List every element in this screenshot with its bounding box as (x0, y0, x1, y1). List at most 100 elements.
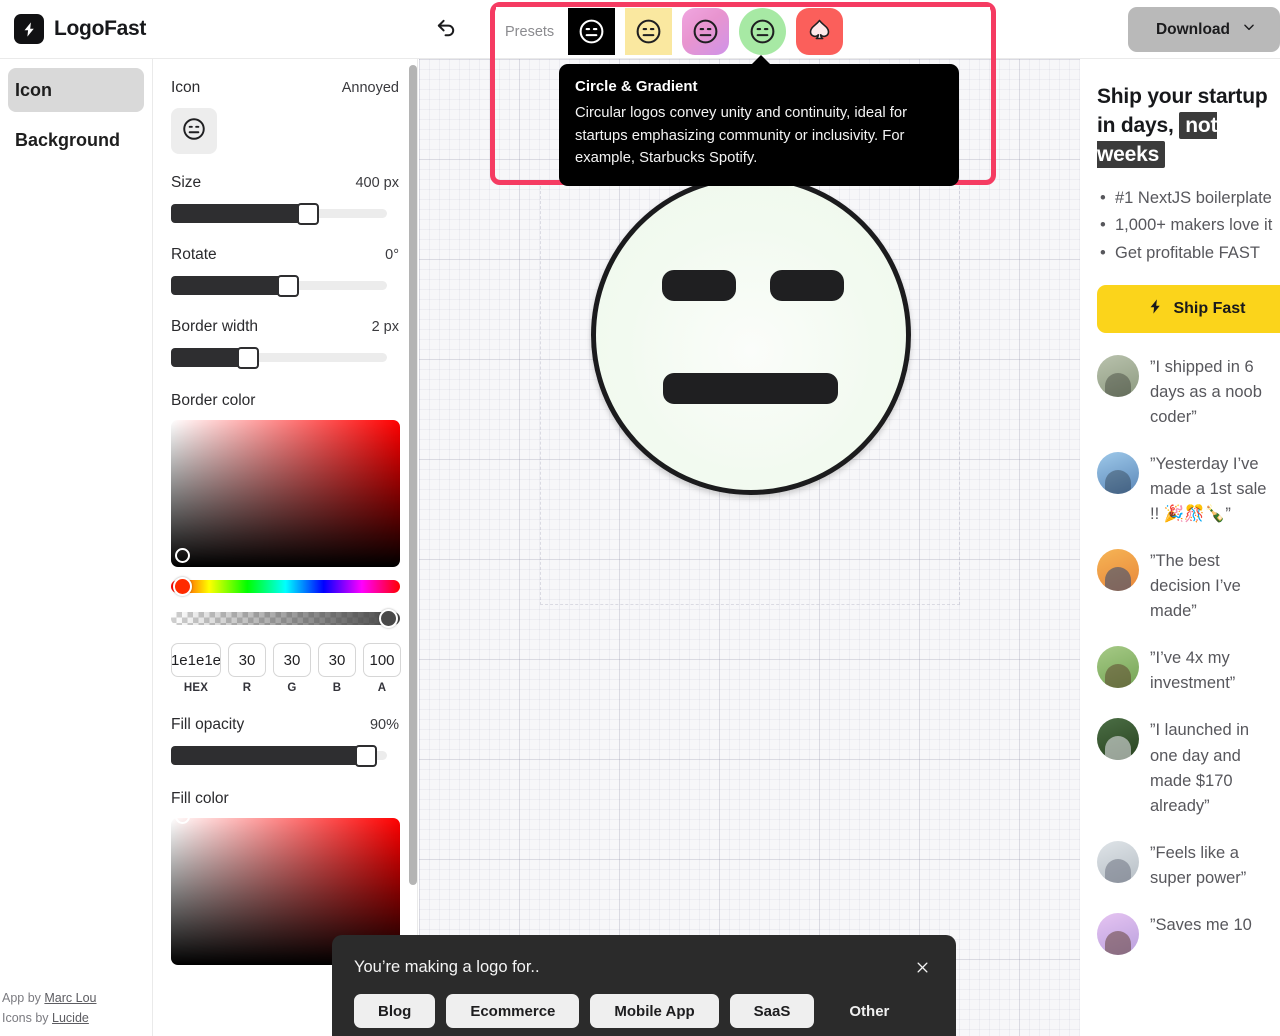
sidebar-item-background[interactable]: Background (8, 118, 144, 162)
option-other[interactable]: Other (825, 994, 913, 1028)
testimonial-quote: ”Feels like a super power” (1150, 841, 1280, 891)
close-icon[interactable] (910, 955, 934, 979)
logo-purpose-modal: You’re making a logo for.. Blog Ecommerc… (332, 935, 956, 1036)
preset-red-spade[interactable] (796, 8, 843, 55)
sv-handle[interactable] (175, 809, 190, 824)
border-color-sv-picker[interactable] (171, 420, 400, 567)
testimonial-quote: ”Yesterday I’ve made a 1st sale !! 🎉🎊🍾” (1150, 452, 1280, 527)
avatar (1097, 452, 1139, 494)
modal-header: You’re making a logo for.. (354, 955, 934, 979)
ship-fast-label: Ship Fast (1173, 300, 1245, 318)
presets-bar: Presets (496, 7, 990, 56)
rotate-slider[interactable] (171, 276, 399, 294)
border-color-alpha-slider[interactable] (171, 612, 400, 625)
border-color-fields: 1e1e1e HEX 30 R 30 G 30 B 100 A (171, 643, 399, 694)
size-slider[interactable] (171, 204, 399, 222)
hue-knob[interactable] (173, 577, 192, 596)
logofast-app: LogoFast Download Icon Background App by (0, 0, 1280, 1036)
fill-opacity-value: 90% (370, 717, 399, 733)
testimonial: ”Feels like a super power” (1097, 841, 1280, 891)
option-mobile-app[interactable]: Mobile App (590, 994, 718, 1028)
promo-bullet: 1,000+ makers love it (1097, 213, 1280, 239)
border-width-slider-knob[interactable] (237, 347, 259, 369)
g-caption: G (287, 682, 296, 694)
preset-pink-gradient[interactable] (682, 8, 729, 55)
g-input[interactable]: 30 (273, 643, 311, 677)
fill-color-label: Fill color (171, 790, 399, 808)
preset-yellow-square[interactable] (625, 8, 672, 55)
fill-opacity-row: Fill opacity 90% (171, 716, 399, 734)
testimonial-quote: ”I’ve 4x my investment” (1150, 646, 1280, 696)
r-caption: R (243, 682, 252, 694)
b-caption: B (333, 682, 342, 694)
hex-input[interactable]: 1e1e1e (171, 643, 221, 677)
lightning-bolt-icon (14, 14, 44, 44)
tooltip-title: Circle & Gradient (575, 78, 943, 95)
testimonial: ”I’ve 4x my investment” (1097, 646, 1280, 696)
option-blog[interactable]: Blog (354, 994, 435, 1028)
testimonial: ”I launched in one day and made $170 alr… (1097, 718, 1280, 818)
testimonial: ”Yesterday I’ve made a 1st sale !! 🎉🎊🍾” (1097, 452, 1280, 527)
option-ecommerce[interactable]: Ecommerce (446, 994, 579, 1028)
rotate-row: Rotate 0° (171, 246, 399, 264)
avatar (1097, 355, 1139, 397)
icon-row-value: Annoyed (342, 80, 399, 96)
size-slider-knob[interactable] (297, 203, 319, 225)
left-sidebar: Icon Background App by Marc Lou Icons by… (0, 59, 153, 1036)
slider-fill (171, 204, 309, 223)
ship-fast-button[interactable]: Ship Fast (1097, 285, 1280, 333)
undo-arrow-icon (435, 17, 458, 43)
lucide-link[interactable]: Lucide (52, 1011, 89, 1025)
preset-tooltip: Circle & Gradient Circular logos convey … (559, 64, 959, 186)
alpha-overlay (171, 612, 400, 625)
promo-bullet: Get profitable FAST (1097, 241, 1280, 267)
r-input[interactable]: 30 (228, 643, 266, 677)
testimonial: ”Saves me 10 (1097, 913, 1280, 955)
b-input[interactable]: 30 (318, 643, 356, 677)
promo-bullets: #1 NextJS boilerplate 1,000+ makers love… (1097, 186, 1280, 267)
marc-lou-link[interactable]: Marc Lou (44, 991, 96, 1005)
size-label: Size (171, 174, 201, 192)
promo-headline: Ship your startup in days, not weeks (1097, 83, 1280, 170)
avatar (1097, 646, 1139, 688)
rotate-value: 0° (385, 247, 399, 263)
sidebar-item-label: Background (15, 130, 120, 151)
alpha-knob[interactable] (379, 609, 398, 628)
promo-headline-line2: in days, (1097, 114, 1174, 137)
border-color-label: Border color (171, 392, 399, 410)
preset-black-square[interactable] (568, 8, 615, 55)
annoyed-face-logo[interactable] (591, 175, 911, 495)
lightning-bolt-icon (1147, 298, 1164, 320)
avatar (1097, 549, 1139, 591)
border-width-label: Border width (171, 318, 258, 336)
sidebar-item-icon[interactable]: Icon (8, 68, 144, 112)
border-color-hue-slider[interactable] (171, 580, 400, 593)
brand[interactable]: LogoFast (0, 14, 146, 44)
slider-fill (171, 746, 367, 765)
preset-green-circle[interactable] (739, 8, 786, 55)
promo-headline-line1: Ship your startup (1097, 85, 1267, 108)
fill-opacity-slider[interactable] (171, 746, 399, 764)
fill-opacity-slider-knob[interactable] (355, 745, 377, 767)
modal-options: Blog Ecommerce Mobile App SaaS Other (354, 994, 934, 1028)
control-panel: Icon Annoyed Size 400 px (153, 59, 418, 1036)
undo-button[interactable] (432, 16, 460, 44)
sv-handle[interactable] (175, 548, 190, 563)
icon-row: Icon Annoyed (171, 79, 399, 97)
icon-picker-button[interactable] (171, 108, 217, 154)
annoyed-face-icon (181, 116, 207, 147)
brand-name: LogoFast (54, 17, 146, 41)
option-saas[interactable]: SaaS (730, 994, 815, 1028)
a-caption: A (378, 682, 387, 694)
border-width-slider[interactable] (171, 348, 399, 366)
size-row: Size 400 px (171, 174, 399, 192)
panel-scrollbar[interactable] (409, 65, 417, 885)
a-input[interactable]: 100 (363, 643, 401, 677)
avatar (1097, 718, 1139, 760)
spade-icon (806, 16, 833, 48)
avatar (1097, 841, 1139, 883)
rotate-slider-knob[interactable] (277, 275, 299, 297)
credit-app: App by Marc Lou (2, 989, 97, 1008)
download-label: Download (1156, 21, 1230, 39)
download-button[interactable]: Download (1128, 7, 1280, 52)
